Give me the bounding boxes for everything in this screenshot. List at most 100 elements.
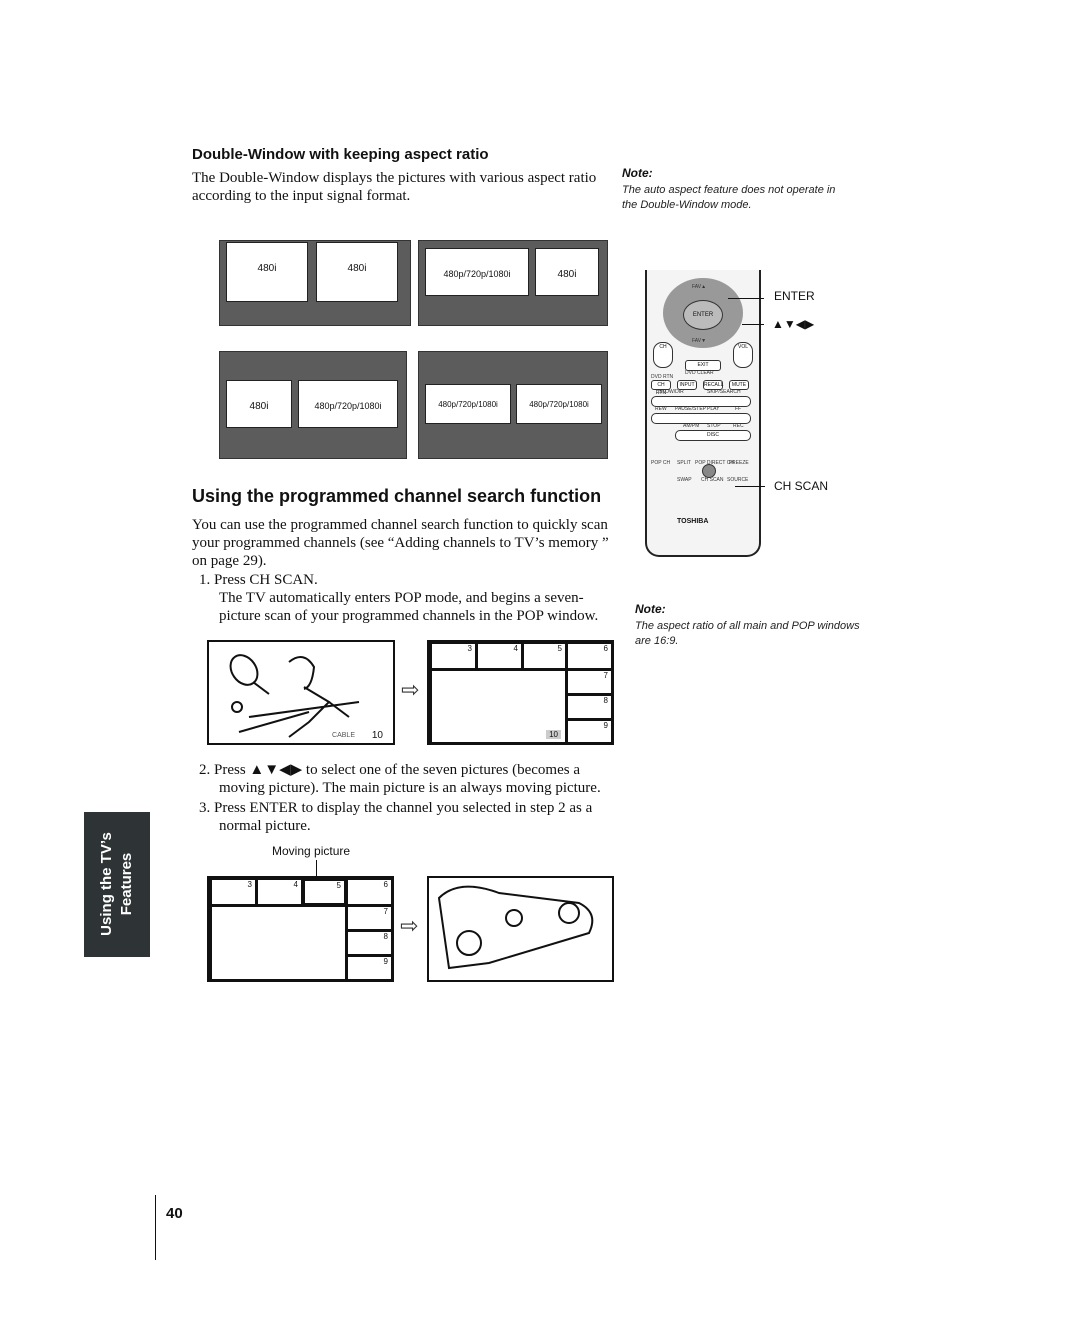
arrow-right-icon: ⇨: [401, 678, 420, 703]
rec-label: REC: [733, 423, 744, 429]
step-number: 3.: [199, 800, 211, 816]
note-title: Note:: [635, 602, 666, 616]
freeze-label: FREEZE: [729, 460, 749, 466]
arrow-right-icon: ⇨: [400, 914, 419, 939]
text-line: The Double-Window displays the pictures …: [192, 170, 597, 186]
window-label: 480i: [226, 380, 292, 428]
pop-main-window: [211, 906, 346, 980]
pop-thumbnail[interactable]: 3: [211, 879, 256, 905]
step-2: 2. Press ▲▼◀▶ to select one of the seven…: [199, 761, 601, 797]
pop-thumbnail[interactable]: 6: [567, 643, 612, 669]
ch-rocker[interactable]: CH: [653, 342, 673, 368]
text-line: Press ▲▼◀▶ to select one of the seven pi…: [214, 762, 580, 778]
rew-label: REW: [655, 406, 667, 412]
window-label: 480p/720p/1080i: [425, 384, 511, 424]
text-line: your programmed channels (see “Adding ch…: [192, 535, 609, 551]
main-picture: [427, 876, 614, 982]
pop-thumbnail[interactable]: 7: [347, 906, 392, 930]
pop-picture: 3 4 5 6 7 8 9: [207, 876, 394, 982]
ch-scan-callout: CH SCAN: [774, 479, 829, 493]
pop-main-window: 10: [431, 670, 566, 743]
window-label: 480i: [316, 242, 398, 302]
side-tab-label: Using the TV’s: [98, 832, 115, 936]
side-tab: Using the TV’s Features: [84, 812, 150, 957]
split-label: SPLIT: [677, 460, 691, 466]
double-window-diagram: 480i 480i: [219, 240, 411, 326]
pop-thumbnail[interactable]: 8: [567, 695, 612, 719]
text-line: moving picture). The main picture is an …: [219, 780, 601, 796]
step-number: 2.: [199, 762, 211, 778]
pop-thumbnail[interactable]: 4: [477, 643, 522, 669]
pop-ch-label: POP CH: [651, 460, 671, 466]
window-label: 480p/720p/1080i: [298, 380, 398, 428]
page-divider: [155, 1195, 156, 1260]
pause-step-label: PAUSE/STEP: [675, 406, 707, 412]
window-label: 480p/720p/1080i: [516, 384, 602, 424]
skip-search-label: SKIP/SEARCH: [707, 389, 741, 395]
pop-picture: 3 4 5 6 10 7 8 9: [427, 640, 614, 745]
pop-thumbnail[interactable]: 7: [567, 670, 612, 694]
toshiba-logo: TOSHIBA: [677, 518, 709, 525]
race-car-illustration: [437, 885, 594, 970]
side-tab-label: Features: [118, 852, 135, 916]
play-label: PLAY: [707, 406, 720, 412]
channel-number: 10: [371, 730, 383, 741]
dvd-clear-label: DVD CLEAR: [685, 370, 714, 376]
pop-thumbnail[interactable]: 9: [567, 720, 612, 743]
ch-scan-label: CH SCAN: [701, 477, 724, 483]
double-window-diagram: 480p/720p/1080i 480p/720p/1080i: [418, 351, 608, 459]
text-line: picture scan of your programmed channels…: [219, 608, 599, 624]
pop-thumbnail[interactable]: 5: [523, 643, 566, 669]
pop-thumbnail[interactable]: 3: [431, 643, 476, 669]
pop-thumbnail[interactable]: 8: [347, 931, 392, 955]
vol-rocker[interactable]: VOL: [733, 342, 753, 368]
fav-up-label: FAV▲: [692, 284, 707, 290]
pop-thumbnail-selected[interactable]: 5: [303, 879, 346, 905]
slow-dir-label: SLOW/DIR: [659, 389, 684, 395]
callout-line: [742, 324, 764, 325]
main-picture: CABLE 10: [207, 640, 395, 745]
ampm-label: AM/PM: [683, 423, 700, 429]
enter-button[interactable]: ENTER: [683, 300, 723, 330]
fav-down-label: FAV▼: [692, 338, 707, 344]
note-text: are 16:9.: [635, 635, 679, 647]
swap-label: SWAP: [677, 477, 692, 483]
window-label: 480i: [535, 248, 599, 296]
text-line: You can use the programmed channel searc…: [192, 517, 608, 533]
stop-label: STOP: [707, 423, 721, 429]
note-box: Note: The auto aspect feature does not o…: [622, 166, 835, 213]
ff-label: FF: [735, 406, 742, 412]
pop-thumbnail[interactable]: 4: [257, 879, 302, 905]
text-line: Press CH SCAN.: [214, 572, 318, 588]
window-label: 480p/720p/1080i: [425, 248, 529, 296]
step-1: 1. Press CH SCAN. The TV automatically e…: [199, 571, 598, 625]
double-window-diagram: 480p/720p/1080i 480i: [418, 240, 608, 326]
section-body: You can use the programmed channel searc…: [192, 516, 609, 570]
note-text: The aspect ratio of all main and POP win…: [635, 620, 860, 632]
section-heading: Using the programmed channel search func…: [192, 486, 602, 506]
section-heading: Double-Window with keeping aspect ratio: [192, 146, 489, 163]
pop-thumbnail[interactable]: 6: [347, 879, 392, 905]
section-body: The Double-Window displays the pictures …: [192, 169, 596, 205]
step-3: 3. Press ENTER to display the channel yo…: [199, 799, 592, 835]
manual-page: Double-Window with keeping aspect ratio …: [0, 0, 1080, 1344]
tennis-player-illustration: [229, 654, 360, 738]
page-number: 40: [166, 1205, 183, 1222]
text-line: according to the input signal format.: [192, 188, 411, 204]
arrows-callout: ▲▼◀▶: [772, 317, 815, 331]
channel-number: 10: [546, 730, 561, 739]
enter-callout: ENTER: [774, 289, 815, 303]
source-label: SOURCE: [727, 477, 749, 483]
remote-control: ENTER FAV▲ FAV▼ CH VOL EXIT DVD CLEAR DV…: [645, 270, 761, 557]
cable-label: CABLE: [332, 732, 355, 739]
callout-line: [735, 486, 765, 487]
step-number: 1.: [199, 572, 211, 588]
ch-scan-button[interactable]: [702, 464, 716, 478]
note-title: Note:: [622, 166, 653, 180]
callout-line: [728, 298, 764, 299]
disc-row[interactable]: DISC: [675, 430, 751, 441]
text-line: The TV automatically enters POP mode, an…: [219, 590, 584, 606]
text-line: on page 29).: [192, 553, 267, 569]
text-line: normal picture.: [219, 818, 311, 834]
pop-thumbnail[interactable]: 9: [347, 956, 392, 980]
